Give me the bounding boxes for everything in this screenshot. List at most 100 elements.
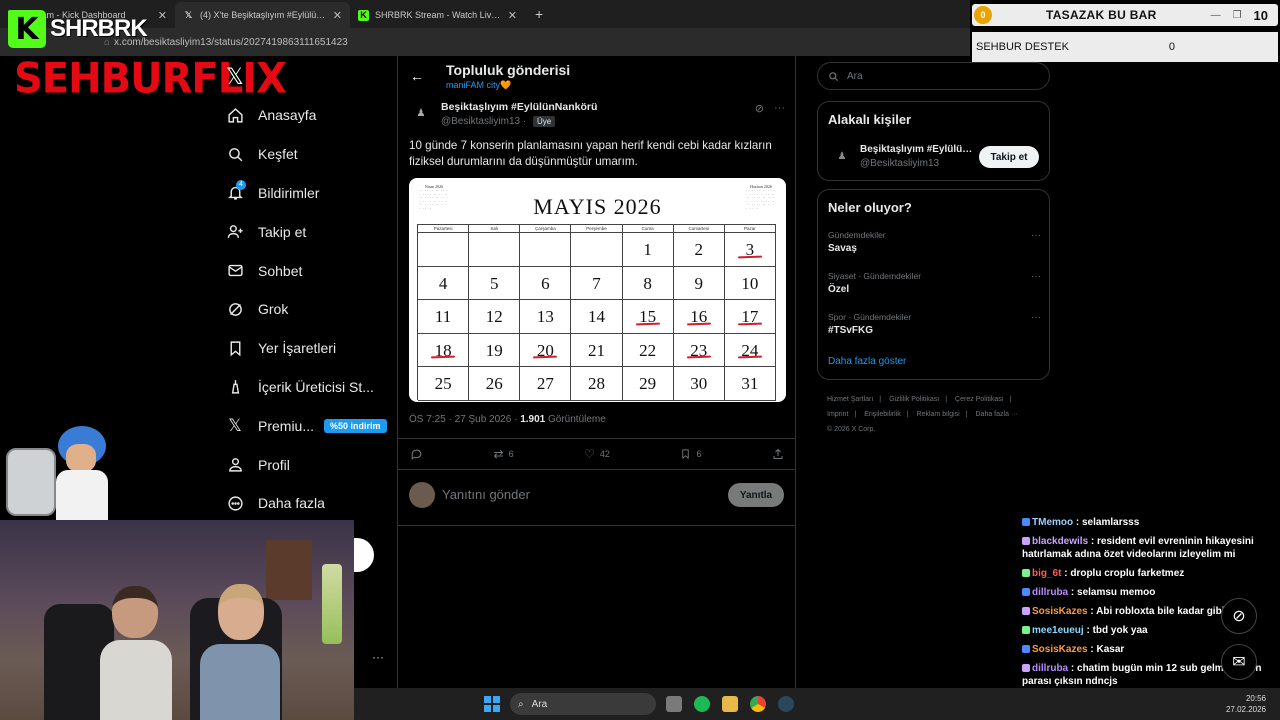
sidebar-item-home[interactable]: Anasayfa — [226, 96, 396, 135]
new-tab-button[interactable]: + — [525, 6, 553, 28]
avatar[interactable]: ♟ — [410, 100, 432, 126]
chat-username[interactable]: blackdewils — [1032, 536, 1088, 547]
chat-text: Kasar — [1096, 644, 1125, 655]
sidebar-item-more[interactable]: Daha fazla — [226, 484, 396, 523]
sidebar-item-chat[interactable]: Sohbet — [226, 251, 396, 290]
close-icon[interactable]: ✕ — [508, 9, 517, 22]
chat-username[interactable]: TMemoo — [1032, 517, 1073, 528]
community-link[interactable]: maniFAM city🧡 — [446, 80, 511, 91]
trend-topic: #TSvFKG — [828, 325, 874, 336]
search-input[interactable]: Ara — [817, 62, 1050, 90]
chat-separator: : — [1087, 606, 1097, 617]
x-logo-icon[interactable]: 𝕏 — [226, 64, 244, 90]
footer-link[interactable]: Imprint — [827, 411, 848, 418]
footer-link[interactable]: Daha fazla ··· — [976, 411, 1018, 418]
more-options-icon[interactable]: ··· — [774, 102, 785, 115]
spotify-icon[interactable] — [694, 696, 710, 712]
calendar-week: 25 26 27 28 29 30 31 — [418, 367, 776, 401]
post-top-actions: ⊘ ··· — [755, 102, 785, 115]
windows-start-icon[interactable] — [484, 696, 500, 712]
steam-icon[interactable] — [778, 696, 794, 712]
back-arrow-icon[interactable]: ← — [410, 68, 424, 84]
trend-item[interactable]: Spor · Gündemdekiler #TSvFKG ··· — [828, 312, 1041, 336]
premium-discount-badge: %50 indirim — [324, 418, 387, 433]
taskbar-search[interactable]: ⌕ Ara — [510, 693, 656, 715]
overlay-sub-value: 0 — [1168, 41, 1176, 53]
footer-link[interactable]: Gizlilik Politikası — [889, 396, 939, 403]
chat-username[interactable]: SosisKazes — [1032, 606, 1088, 617]
taskbar-clock[interactable]: 20:56 27.02.2026 — [1226, 693, 1266, 715]
calendar-day: 13 — [520, 300, 572, 334]
url-text[interactable]: x.com/besiktasliyim13/status/20274198631… — [114, 37, 348, 48]
sidebar-item-profile[interactable]: Profil — [226, 445, 396, 484]
sidebar-item-notifications[interactable]: 4 Bildirimler — [226, 174, 396, 213]
footer-link[interactable]: Erişilebilirlik — [864, 411, 901, 418]
more-options-icon[interactable]: ··· — [1031, 312, 1041, 323]
post-image-calendar[interactable]: Nisan 2026 ·· ·· ·· ·· ·· ·· ·· ·· ·· ··… — [409, 178, 786, 402]
page-title: Topluluk gönderisi — [446, 62, 571, 78]
notification-badge: 4 — [236, 179, 246, 190]
calendar-day: 7 — [571, 266, 623, 301]
related-name[interactable]: Beşiktaşlıyım #EylülünNankörü — [860, 144, 978, 155]
sidebar-item-explore[interactable]: Keşfet — [226, 135, 396, 174]
mail-icon — [226, 262, 244, 280]
sidebar-item-grok[interactable]: Grok — [226, 290, 396, 329]
follow-button[interactable]: Takip et — [979, 146, 1039, 168]
more-options-icon[interactable]: ··· — [1031, 271, 1041, 282]
sidebar-item-creator-studio[interactable]: İçerik Üreticisi St... — [226, 368, 396, 407]
file-explorer-icon[interactable] — [722, 696, 738, 712]
copyright: © 2026 X Corp. — [827, 426, 876, 433]
calendar-day: 6 — [520, 266, 572, 301]
overlay-sub-title: SEHBUR DESTEK — [976, 41, 1069, 53]
bookmark-button[interactable]: 6 — [680, 448, 701, 460]
post-meta: ÖS 7:25 · 27 Şub 2026 · 1.901 Görüntülem… — [409, 414, 606, 425]
calendar-day: 29 — [622, 367, 674, 401]
chat-username[interactable]: dillruba — [1032, 663, 1068, 674]
reply-input[interactable]: Yanıtını gönder — [442, 487, 530, 502]
trend-item[interactable]: Siyaset · Gündemdekiler Özel ··· — [828, 271, 1041, 295]
chat-username[interactable]: dillruba — [1032, 587, 1068, 598]
post-text: 10 günde 7 konserin planlamasını yapan h… — [409, 139, 772, 168]
trend-item[interactable]: Gündemdekiler Savaş ··· — [828, 230, 1041, 254]
author-name[interactable]: Beşiktaşlıyım #EylülünNankörü — [441, 101, 597, 113]
author-handle[interactable]: @Besiktasliyim13 · — [441, 116, 526, 127]
more-options-icon[interactable]: ··· — [1031, 230, 1041, 241]
weekday-label: Perşembe — [571, 225, 623, 233]
chat-username[interactable]: mee1eueuj — [1032, 625, 1084, 636]
grok-icon[interactable]: ⊘ — [755, 102, 764, 115]
reply-button[interactable] — [410, 448, 423, 461]
post-button-partial[interactable] — [354, 538, 374, 572]
grok-icon — [226, 300, 244, 318]
footer-link[interactable]: Reklam bilgisi — [917, 411, 960, 418]
more-options-icon[interactable]: ··· — [372, 650, 384, 664]
messages-fab-icon[interactable]: ✉ — [1221, 644, 1257, 680]
chrome-icon[interactable] — [750, 696, 766, 712]
tab-x-post[interactable]: 𝕏 (4) X'te Beşiktaşlıyım #EylülünN ✕ — [175, 2, 350, 28]
chat-username[interactable]: SosisKazes — [1032, 644, 1088, 655]
reply-submit-button[interactable]: Yanıtla — [728, 483, 784, 507]
chat-badge-icon — [1022, 588, 1030, 596]
grok-fab-icon[interactable]: ⊘ — [1221, 598, 1257, 634]
tab-kick-stream[interactable]: K SHRBRK Stream - Watch Live o ✕ — [350, 2, 525, 28]
sidebar-item-follow[interactable]: Takip et — [226, 212, 396, 251]
footer-link[interactable]: Hizmet Şartları — [827, 396, 873, 403]
share-button[interactable] — [772, 448, 784, 460]
like-button[interactable]: ♡ 42 — [584, 447, 610, 461]
show-more-link[interactable]: Daha fazla göster — [828, 356, 906, 367]
footer-separator: | — [906, 411, 909, 418]
post-time[interactable]: ÖS 7:25 · 27 Şub 2026 · — [409, 414, 517, 425]
weekday-label: Pazartesi — [418, 225, 470, 233]
footer-link[interactable]: Çerez Politikası — [955, 396, 1004, 403]
x-premium-icon: 𝕏 — [228, 415, 242, 435]
avatar[interactable]: ♟ — [830, 142, 854, 170]
calendar-day: 4 — [418, 266, 470, 301]
repost-button[interactable]: ⇄ 6 — [494, 447, 514, 461]
sidebar-item-bookmarks[interactable]: Yer İşaretleri — [226, 329, 396, 368]
close-icon[interactable]: ✕ — [333, 9, 342, 22]
chat-username[interactable]: big_6t — [1032, 568, 1061, 579]
task-view-icon[interactable] — [666, 696, 682, 712]
close-icon[interactable]: ✕ — [158, 9, 167, 22]
chat-message: dillruba : selamsu memoo — [1022, 586, 1280, 599]
sidebar-item-premium[interactable]: 𝕏 Premiu... %50 indirim — [226, 406, 396, 445]
calendar-day-marked: 17 — [724, 300, 776, 334]
